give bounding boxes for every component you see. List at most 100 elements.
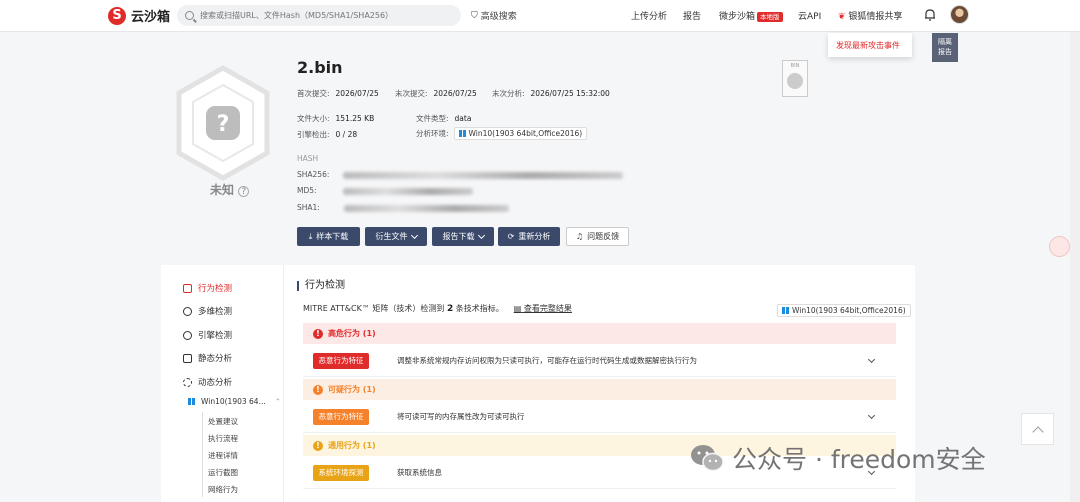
- chevron-down-icon: [410, 231, 418, 239]
- verdict-text: 未知: [210, 183, 235, 197]
- chevron-down-icon[interactable]: [867, 355, 876, 364]
- file-type-label: 文件类型:: [416, 114, 449, 123]
- sidebar-item-label: 静态分析: [198, 354, 233, 364]
- logo-icon: S: [108, 6, 126, 25]
- sub-item-process-detail[interactable]: 进程详情: [208, 450, 238, 461]
- quarantine-report-button[interactable]: 隔离 报告: [932, 33, 958, 62]
- mitre-suffix: 条技术指标。: [455, 304, 504, 313]
- sub-item-execution-flow[interactable]: 执行流程: [208, 433, 238, 444]
- derived-files-label: 衍生文件: [375, 232, 408, 241]
- section-title: 可疑行为 (1): [328, 385, 376, 394]
- last-analysis-label: 末次分析:: [492, 89, 525, 98]
- windows-icon: [458, 130, 466, 137]
- sidebar-item-label: 动态分析: [198, 378, 233, 388]
- alert-icon: !: [313, 384, 323, 395]
- behavior-row[interactable]: 恶意行为特征 将可读可写的内存属性改为可读可执行: [303, 401, 896, 433]
- floating-assistant-icon[interactable]: [1049, 236, 1070, 257]
- search-box[interactable]: [177, 5, 461, 26]
- engine-detect: 引擎检出: 0 / 28: [297, 129, 357, 140]
- verdict-label: 未知 ?: [210, 181, 250, 198]
- file-type-value: data: [454, 114, 472, 123]
- derived-files-button[interactable]: 衍生文件: [365, 227, 427, 246]
- nav-api[interactable]: 云API: [798, 9, 821, 22]
- search-input[interactable]: [200, 11, 450, 20]
- sidebar-item-label: 行为检测: [198, 284, 233, 294]
- feedback-label: 问题反馈: [587, 232, 620, 241]
- alert-icon: !: [313, 328, 323, 339]
- nav-report[interactable]: 报告: [683, 9, 701, 22]
- gear-icon: [787, 73, 803, 89]
- bell-icon[interactable]: [924, 8, 936, 21]
- sidebar-item-static[interactable]: 静态分析: [183, 352, 232, 364]
- scrollbar[interactable]: [1070, 32, 1080, 502]
- env-tag-text: Win10(1903 64bit,Office2016): [468, 129, 583, 138]
- verdict-hex-icon: ?: [176, 65, 270, 181]
- sha256-value-redacted: [343, 171, 624, 179]
- report-download-button[interactable]: 报告下载: [432, 227, 494, 246]
- md5-row: MD5:: [297, 186, 473, 195]
- nav-upload[interactable]: 上传分析: [631, 9, 667, 22]
- file-size: 文件大小: 151.25 KB: [297, 113, 374, 124]
- report-download-label: 报告下载: [442, 232, 475, 241]
- section-title: 高危行为 (1): [328, 329, 376, 338]
- help-icon[interactable]: ?: [238, 186, 250, 197]
- avatar[interactable]: [950, 5, 969, 24]
- view-all-link[interactable]: ▤ 查看完整结果: [514, 304, 572, 313]
- sidebar-env-label: Win10(1903 64...: [201, 397, 266, 406]
- dropdown-latest-attacks[interactable]: 发现最新攻击事件: [828, 33, 912, 57]
- nav-sandbox-label: 微步沙箱: [719, 12, 756, 22]
- behavior-text: 将可读可写的内存属性改为可读可执行: [397, 412, 525, 421]
- logo-text: 云沙箱: [131, 10, 171, 25]
- mitre-summary: MITRE ATT&CK™ 矩阵（技术）检测到 2 条技术指标。 ▤ 查看完整结果: [303, 303, 572, 314]
- local-badge: 本地版: [757, 12, 783, 22]
- section-title: 通用行为 (1): [328, 441, 376, 450]
- behavior-tag: 系统环境探测: [313, 464, 369, 481]
- sidebar-item-engine[interactable]: 引擎检测: [183, 329, 232, 341]
- sample-download-button[interactable]: ⤓ 样本下载: [297, 227, 360, 246]
- behavior-row[interactable]: 恶意行为特征 调整非系统常规内存访问权限为只读可执行，可能存在运行时代码生成或数据…: [303, 345, 896, 377]
- sidebar-item-multidim[interactable]: 多维检测: [183, 305, 232, 317]
- sub-item-screenshots[interactable]: 运行截图: [208, 467, 238, 478]
- windows-icon: [782, 307, 789, 314]
- section-suspicious[interactable]: ! 可疑行为 (1): [303, 379, 896, 400]
- behavior-text: 获取系统信息: [397, 468, 442, 477]
- top-navbar: S 云沙箱 ⛉ 高级搜索 上传分析 报告 微步沙箱本地版 云API ❦ 银狐情报…: [0, 0, 1080, 32]
- quarantine-line1: 隔离: [938, 38, 952, 46]
- sidebar-item-dynamic[interactable]: 动态分析: [183, 376, 232, 388]
- windows-icon: [188, 398, 195, 405]
- sha256-row: SHA256:: [297, 170, 624, 179]
- reanalyze-label: 重新分析: [518, 232, 551, 241]
- section-high-risk[interactable]: ! 高危行为 (1): [303, 323, 896, 344]
- chevron-down-icon[interactable]: [867, 411, 876, 420]
- nav-intel-share[interactable]: ❦ 银狐情报共享: [838, 9, 902, 22]
- analysis-env: 分析环境: Win10(1903 64bit,Office2016): [416, 127, 588, 140]
- quarantine-line2: 报告: [938, 48, 952, 56]
- file-type-icon-label: BIN: [790, 63, 800, 69]
- fox-icon: ❦: [838, 12, 846, 22]
- sub-item-network[interactable]: 网络行为: [208, 484, 238, 495]
- sidebar-item-behavior[interactable]: 行为检测: [183, 282, 232, 294]
- view-all-label: 查看完整结果: [523, 304, 572, 313]
- file-type-icon: BIN: [782, 60, 808, 97]
- engine-detect-value: 0 / 28: [335, 130, 358, 139]
- download-icon: ⤓: [308, 231, 313, 241]
- sidebar-env-item[interactable]: Win10(1903 64... ⌃: [188, 397, 281, 406]
- advanced-search-link[interactable]: ⛉ 高级搜索: [471, 9, 517, 23]
- reanalyze-button[interactable]: ⟳ 重新分析: [498, 227, 560, 246]
- sidebar-item-label: 多维检测: [198, 307, 233, 317]
- back-to-top-button[interactable]: [1021, 413, 1054, 445]
- md5-label: MD5:: [297, 186, 317, 195]
- file-type: 文件类型: data: [416, 113, 471, 124]
- sub-item-disposal[interactable]: 处置建议: [208, 416, 238, 427]
- panel-env-text: Win10(1903 64bit,Office2016): [792, 306, 906, 315]
- logo[interactable]: S 云沙箱: [108, 6, 170, 25]
- last-analysis-value: 2026/07/25 15:32:00: [530, 89, 610, 98]
- mitre-count: 2: [446, 304, 454, 314]
- feedback-button[interactable]: ♫ 问题反馈: [566, 227, 629, 246]
- file-name: 2.bin: [297, 58, 343, 77]
- sha1-label: SHA1:: [297, 203, 320, 212]
- nav-sandbox[interactable]: 微步沙箱 本地版: [719, 9, 783, 22]
- filter-icon: ⛉: [471, 10, 478, 21]
- sha256-label: SHA256:: [297, 170, 330, 179]
- sha1-row: SHA1:: [297, 203, 509, 212]
